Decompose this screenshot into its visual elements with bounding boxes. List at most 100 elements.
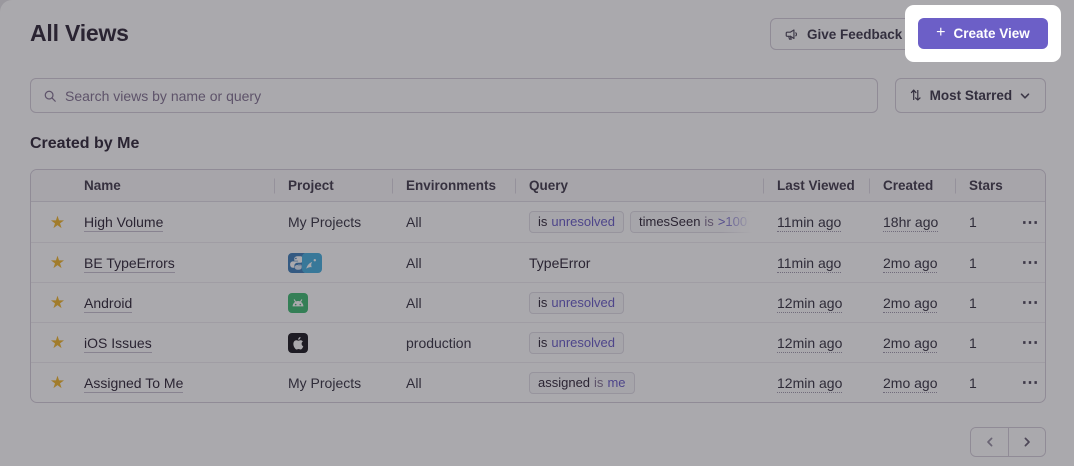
query-part-value: >100 bbox=[718, 214, 747, 229]
last-viewed-value: 11min ago bbox=[777, 214, 841, 232]
star-icon[interactable]: ★ bbox=[50, 214, 65, 231]
row-menu-button[interactable]: ⋯ bbox=[1018, 292, 1043, 313]
star-icon[interactable]: ★ bbox=[50, 334, 65, 351]
give-feedback-button[interactable]: Give Feedback bbox=[770, 18, 916, 50]
query-part-field: TypeError bbox=[529, 255, 590, 271]
give-feedback-label: Give Feedback bbox=[807, 27, 902, 42]
plus-icon: + bbox=[936, 25, 945, 41]
column-header-project: Project bbox=[274, 178, 392, 193]
last-viewed-cell: 12min ago bbox=[763, 375, 869, 391]
last-viewed-cell: 12min ago bbox=[763, 335, 869, 351]
project-cell: My Projects bbox=[274, 214, 392, 230]
column-header-created: Created bbox=[869, 178, 955, 193]
column-header-environments: Environments bbox=[392, 178, 515, 193]
star-cell: ★ bbox=[31, 374, 84, 391]
query-token-chip: isunresolved bbox=[529, 211, 624, 233]
query-token-chip: isunresolved bbox=[529, 332, 624, 354]
actions-cell: ⋯ bbox=[1015, 372, 1045, 393]
query-part-field: is bbox=[538, 295, 547, 310]
views-table: Name Project Environments Query Last Vie… bbox=[30, 169, 1046, 403]
star-icon[interactable]: ★ bbox=[50, 294, 65, 311]
query-token-chip: timesSeenis>100 bbox=[630, 211, 756, 233]
query-part-op: is bbox=[704, 214, 713, 229]
sort-dropdown-button[interactable]: ⇅ Most Starred bbox=[895, 78, 1046, 113]
row-menu-button[interactable]: ⋯ bbox=[1018, 252, 1043, 273]
created-cell: 2mo ago bbox=[869, 375, 955, 391]
create-view-button[interactable]: + Create View bbox=[918, 18, 1048, 49]
query-token-text: TypeError bbox=[529, 255, 590, 271]
project-label: My Projects bbox=[288, 375, 361, 391]
name-cell: iOS Issues bbox=[84, 335, 274, 351]
stars-count: 1 bbox=[955, 375, 1015, 391]
project-cell bbox=[274, 253, 392, 273]
actions-cell: ⋯ bbox=[1015, 332, 1045, 353]
row-menu-button[interactable]: ⋯ bbox=[1018, 372, 1043, 393]
column-header-last-viewed: Last Viewed bbox=[763, 178, 869, 193]
sort-arrows-icon: ⇅ bbox=[910, 87, 922, 104]
query-part-op: is bbox=[594, 375, 603, 390]
section-title: Created by Me bbox=[30, 135, 139, 153]
column-header-name: Name bbox=[84, 178, 274, 193]
table-row[interactable]: ★ BE TypeErrors All TypeError 11min ago … bbox=[31, 242, 1045, 282]
apple-icon bbox=[288, 333, 308, 353]
project-cell bbox=[274, 333, 392, 353]
table-body: ★ High Volume My Projects All isunresolv… bbox=[31, 202, 1045, 402]
chevron-left-icon bbox=[984, 436, 996, 448]
actions-cell: ⋯ bbox=[1015, 292, 1045, 313]
column-header-query: Query bbox=[515, 178, 763, 193]
table-header-row: Name Project Environments Query Last Vie… bbox=[31, 170, 1045, 202]
name-cell: Assigned To Me bbox=[84, 375, 274, 391]
query-token-chip: assignedisme bbox=[529, 372, 635, 394]
created-value: 2mo ago bbox=[883, 255, 937, 273]
view-name-link[interactable]: High Volume bbox=[84, 214, 163, 232]
project-platform-icons bbox=[288, 333, 392, 353]
created-cell: 18hr ago bbox=[869, 214, 955, 230]
row-menu-button[interactable]: ⋯ bbox=[1018, 212, 1043, 233]
chevron-down-icon bbox=[1020, 90, 1031, 102]
next-page-button[interactable] bbox=[1008, 428, 1045, 456]
star-cell: ★ bbox=[31, 214, 84, 231]
column-header-stars: Stars bbox=[955, 178, 1015, 193]
table-row[interactable]: ★ Assigned To Me My Projects All assigne… bbox=[31, 362, 1045, 402]
view-name-link[interactable]: Android bbox=[84, 295, 132, 313]
page-title: All Views bbox=[30, 20, 129, 47]
megaphone-icon bbox=[784, 27, 799, 42]
query-part-value: unresolved bbox=[551, 214, 615, 229]
table-row[interactable]: ★ Android All isunresolved 12min ago 2mo… bbox=[31, 282, 1045, 322]
nest-icon bbox=[302, 253, 322, 273]
star-cell: ★ bbox=[31, 254, 84, 271]
sort-label: Most Starred bbox=[930, 88, 1013, 103]
actions-cell: ⋯ bbox=[1015, 212, 1045, 233]
search-box bbox=[30, 78, 878, 113]
table-row[interactable]: ★ High Volume My Projects All isunresolv… bbox=[31, 202, 1045, 242]
star-cell: ★ bbox=[31, 334, 84, 351]
last-viewed-value: 12min ago bbox=[777, 295, 842, 313]
table-row[interactable]: ★ iOS Issues production isunresolved 12m… bbox=[31, 322, 1045, 362]
project-label: My Projects bbox=[288, 214, 361, 230]
query-cell: assignedisme bbox=[515, 372, 763, 394]
view-name-link[interactable]: Assigned To Me bbox=[84, 375, 183, 393]
stars-count: 1 bbox=[955, 255, 1015, 271]
environments-cell: All bbox=[392, 295, 515, 311]
created-cell: 2mo ago bbox=[869, 255, 955, 271]
star-cell: ★ bbox=[31, 294, 84, 311]
query-cell: isunresolved bbox=[515, 292, 763, 314]
star-icon[interactable]: ★ bbox=[50, 254, 65, 271]
last-viewed-value: 12min ago bbox=[777, 375, 842, 393]
search-input[interactable] bbox=[65, 88, 865, 104]
view-name-link[interactable]: iOS Issues bbox=[84, 335, 152, 353]
view-name-link[interactable]: BE TypeErrors bbox=[84, 255, 175, 273]
project-cell: My Projects bbox=[274, 375, 392, 391]
star-icon[interactable]: ★ bbox=[50, 374, 65, 391]
row-menu-button[interactable]: ⋯ bbox=[1018, 332, 1043, 353]
last-viewed-value: 11min ago bbox=[777, 255, 841, 273]
create-view-spotlight: + Create View bbox=[905, 5, 1061, 62]
created-value: 2mo ago bbox=[883, 375, 937, 393]
project-platform-icons bbox=[288, 253, 392, 273]
created-value: 2mo ago bbox=[883, 335, 937, 353]
app-screen: All Views Give Feedback ⇅ Most Starred C… bbox=[0, 0, 1074, 466]
previous-page-button[interactable] bbox=[971, 428, 1008, 456]
chevron-right-icon bbox=[1021, 436, 1033, 448]
created-cell: 2mo ago bbox=[869, 335, 955, 351]
name-cell: Android bbox=[84, 295, 274, 311]
